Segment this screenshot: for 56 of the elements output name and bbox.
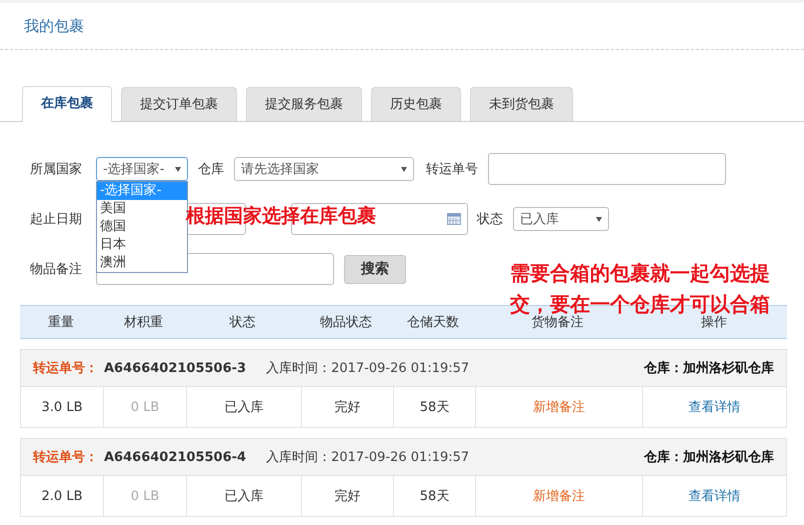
tracking-label: 转运单号： — [33, 449, 98, 466]
field-label: 所属国家 — [30, 161, 83, 178]
table-cell: 已入库 — [186, 476, 301, 516]
column-header: 材积重 — [123, 314, 164, 331]
tab[interactable]: 未到货包裹 — [470, 87, 573, 121]
view-details-link[interactable]: 查看详情 — [688, 487, 740, 505]
tab[interactable]: 在库包裹 — [22, 86, 112, 122]
table-cell: 0 LB — [103, 476, 186, 516]
column-header: 重量 — [47, 314, 75, 331]
column-header: 货物备注 — [530, 314, 584, 331]
caret-icon — [596, 216, 602, 222]
warehouse-name: 仓库：加州洛杉矶仓库 — [644, 448, 774, 466]
annotation-text: 需要合箱的包裹就一起勾选提交，要在一个仓库才可以合箱 — [510, 260, 771, 316]
tracking-label: 转运单号： — [33, 360, 98, 377]
status-select[interactable]: 已入库 — [513, 207, 609, 231]
table-cell: 完好 — [301, 387, 393, 427]
caret-icon — [401, 166, 407, 172]
table-cell: 58天 — [393, 387, 475, 427]
field-label: 转运单号 — [426, 161, 478, 178]
table-cell: 58天 — [393, 476, 475, 516]
tracking-number-field[interactable] — [488, 153, 726, 185]
time-label: 入库时间： — [266, 360, 332, 377]
time-label: 入库时间： — [266, 449, 332, 466]
add-note-link[interactable]: 新增备注 — [533, 487, 585, 505]
calendar-icon[interactable] — [447, 213, 461, 225]
field-label: 状态 — [477, 211, 503, 228]
add-note-link[interactable]: 新增备注 — [533, 398, 585, 416]
stock-in-time: 2017-09-26 01:19:57 — [331, 360, 470, 376]
table-cell-text: 2.0 LB — [40, 488, 84, 506]
tab[interactable]: 提交服务包裹 — [246, 87, 362, 121]
table-cell: 完好 — [301, 476, 393, 516]
tab[interactable]: 历史包裹 — [371, 87, 461, 121]
field-label: 起止日期 — [30, 211, 83, 228]
tracking-number: A6466402105506-4 — [104, 450, 246, 464]
dropdown-option[interactable]: 美国 — [97, 200, 187, 218]
tracking-number: A6466402105506-3 — [104, 360, 246, 376]
view-details-link[interactable]: 查看详情 — [688, 398, 740, 416]
search-button[interactable]: 搜索 — [344, 254, 406, 284]
field-label: 仓库 — [198, 161, 224, 178]
warehouse-name: 仓库：加州洛杉矶仓库 — [644, 360, 774, 377]
warehouse-select[interactable]: 请先选择国家 — [234, 157, 414, 181]
dropdown-option[interactable]: 德国 — [97, 218, 187, 236]
stock-in-time: 2017-09-26 01:19:57 — [331, 450, 470, 464]
caret-icon — [175, 166, 181, 172]
dropdown-option[interactable]: 澳洲 — [97, 254, 187, 272]
table-cell: 已入库 — [186, 387, 301, 427]
column-header: 操作 — [700, 314, 728, 331]
table-cell: 0 LB — [103, 387, 186, 427]
column-header: 状态 — [228, 314, 256, 331]
column-header: 仓储天数 — [406, 314, 460, 331]
tab[interactable]: 提交订单包裹 — [121, 87, 237, 121]
dropdown-option[interactable]: 日本 — [97, 236, 187, 254]
column-header: 物品状态 — [319, 314, 373, 331]
field-label: 物品备注 — [30, 261, 83, 278]
page-title: 我的包裹 — [24, 16, 84, 36]
table-cell-text: 3.0 LB — [40, 398, 84, 416]
